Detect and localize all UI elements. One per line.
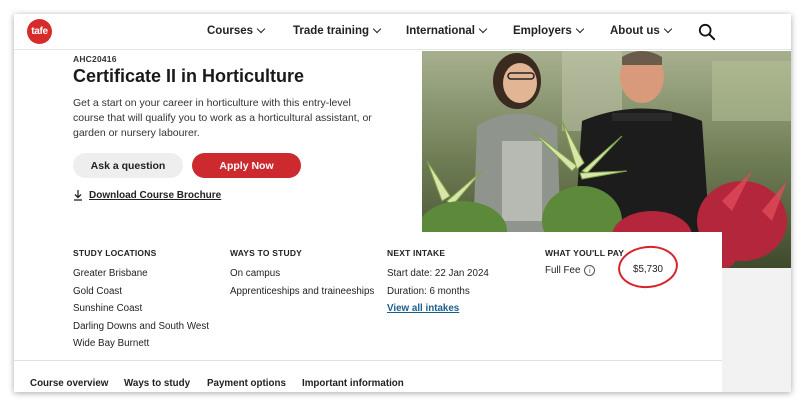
info-icon[interactable]: i [584,265,596,276]
chevron-down-icon [478,24,488,34]
ask-question-button[interactable]: Ask a question [73,153,183,178]
location-item: Greater Brisbane [73,268,148,279]
nav-item-courses[interactable]: Courses [207,24,266,37]
top-nav: tafe Courses Trade training Internationa… [14,14,791,50]
search-icon[interactable] [698,23,716,41]
apply-now-button[interactable]: Apply Now [192,153,301,178]
fee-label: Full Fee [545,265,581,276]
next-intake-column: NEXT INTAKE Start date: 22 Jan 2024 Dura… [387,248,489,318]
course-code: AHC20416 [73,54,117,64]
next-intake-heading: NEXT INTAKE [387,248,446,258]
tab-ways-to-study[interactable]: Ways to study [124,378,190,389]
ways-to-study-column: WAYS TO STUDY On campus Apprenticeships … [230,248,374,300]
pay-column: WHAT YOU'LL PAY Full Fee i [545,248,624,276]
location-item: Darling Downs and South West [73,320,209,332]
tab-payment-options[interactable]: Payment options [207,378,286,389]
course-description: Get a start on your career in horticultu… [73,97,372,139]
tab-important-information[interactable]: Important information [302,378,404,389]
download-icon [74,190,82,201]
duration: Duration: 6 months [387,285,470,297]
location-item: Sunshine Coast [73,303,143,314]
nav-item-label: Employers [513,25,572,37]
location-item: Gold Coast [73,285,123,297]
chevron-down-icon [256,24,266,34]
download-brochure-link[interactable]: Download Course Brochure [73,190,221,201]
chevron-down-icon [372,24,382,34]
study-locations-heading: STUDY LOCATIONS [73,248,157,258]
chevron-down-icon [663,24,673,34]
tab-course-overview[interactable]: Course overview [30,378,108,389]
download-brochure-label: Download Course Brochure [89,190,222,201]
nav-item-label: International [406,25,476,37]
tafe-logo[interactable]: tafe [27,19,52,44]
nav-item-label: Trade training [293,25,370,37]
study-mode-item: Apprenticeships and traineeships [230,285,375,297]
side-panel-bg [722,268,791,392]
browser-frame: tafe Courses Trade training Internationa… [14,14,791,392]
start-date: Start date: 22 Jan 2024 [387,268,489,279]
nav-item-employers[interactable]: Employers [513,24,585,37]
location-item: Wide Bay Burnett [73,338,150,349]
nav-item-about-us[interactable]: About us [610,24,673,37]
nav-item-label: Courses [207,25,254,37]
ways-to-study-heading: WAYS TO STUDY [230,248,303,258]
nav-item-international[interactable]: International [406,24,488,37]
study-locations-column: STUDY LOCATIONS Greater Brisbane Gold Co… [73,248,209,353]
fee-row: Full Fee i [545,265,624,276]
pay-heading: WHAT YOU'LL PAY [545,248,625,258]
study-mode-item: On campus [230,268,281,279]
nav-item-trade-training[interactable]: Trade training [293,24,382,37]
page-title: Certificate II in Horticulture [73,66,305,86]
nav-item-label: About us [610,25,660,37]
course-info-panel: STUDY LOCATIONS Greater Brisbane Gold Co… [14,232,722,360]
view-all-intakes-link[interactable]: View all intakes [387,300,489,318]
chevron-down-icon [575,24,585,34]
course-tabs: Course overview Ways to study Payment op… [14,360,722,392]
